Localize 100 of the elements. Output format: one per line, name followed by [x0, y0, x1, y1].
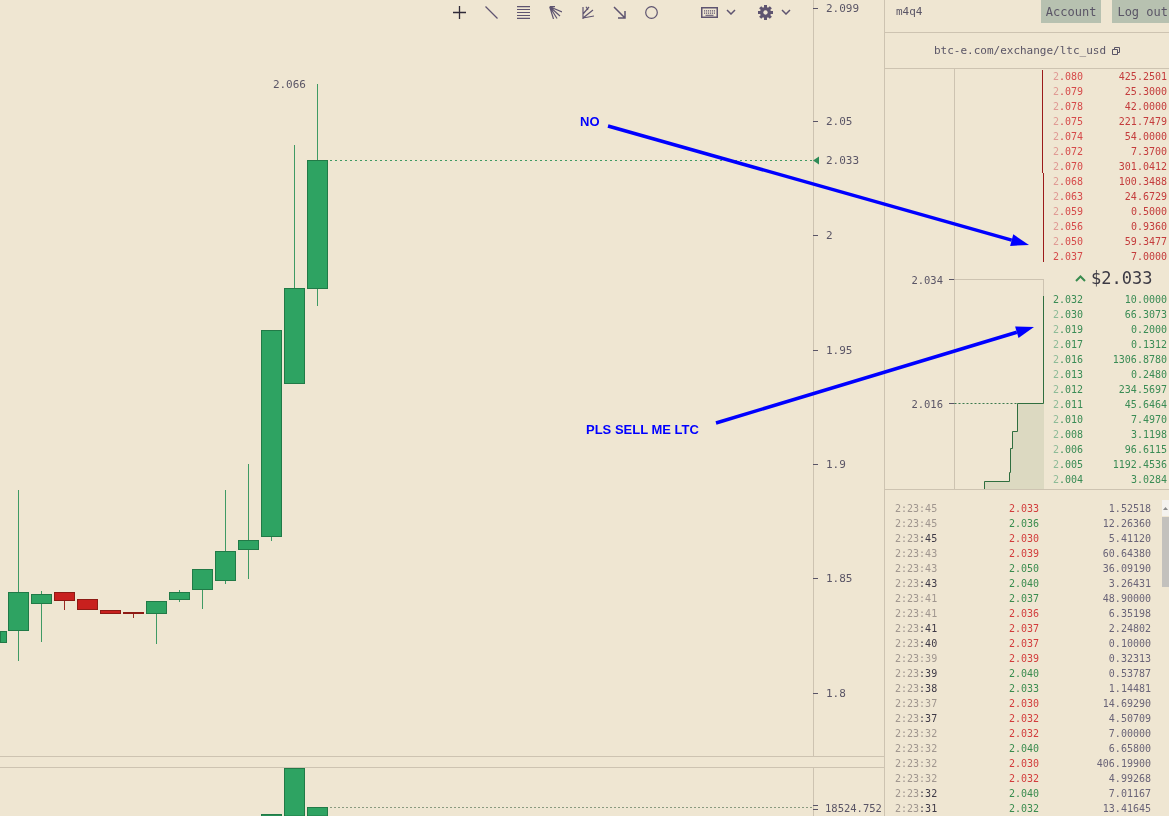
trade-amount: 60.64380: [1102, 547, 1151, 561]
bid-price: 2.008: [1053, 428, 1084, 442]
fan-lines-icon[interactable]: [549, 5, 562, 19]
circle-icon[interactable]: [645, 5, 658, 19]
settings-icon[interactable]: [758, 4, 773, 20]
keyboard-icon[interactable]: [701, 6, 718, 18]
username: m4q4: [896, 4, 923, 20]
candlestick: [169, 589, 190, 603]
ask-price: 2.079: [1053, 85, 1084, 99]
trade-time: 2:23:32: [895, 772, 939, 786]
trade-time: 2:23:31: [895, 802, 939, 816]
bid-amount: 0.2480: [1130, 368, 1167, 382]
logout-button[interactable]: Log out: [1112, 0, 1169, 23]
caret-down-icon[interactable]: [726, 9, 736, 15]
trade-amount: 4.50709: [1108, 712, 1151, 726]
crosshair-icon[interactable]: [453, 5, 466, 19]
trade-amount: 2.24802: [1108, 622, 1151, 636]
trade-time: 2:23:37: [895, 712, 939, 726]
bid-price: 2.004: [1053, 473, 1084, 487]
trade-amount: 7.00000: [1108, 727, 1151, 741]
axis-label: 2.016: [911, 397, 943, 410]
ask-amount: 59.3477: [1124, 235, 1167, 249]
market-link[interactable]: btc-e.com/exchange/ltc_usd: [933, 44, 1107, 57]
ask-amount: 301.0412: [1118, 160, 1167, 174]
bid-amount: 1192.4536: [1112, 458, 1167, 472]
price-level-line: [948, 403, 1018, 404]
ask-amount: 7.0000: [1130, 250, 1167, 264]
bid-amount: 7.4970: [1130, 413, 1167, 427]
axis-label: 1.85: [826, 571, 853, 585]
account-button[interactable]: Account: [1040, 0, 1102, 23]
trade-amount: 0.10000: [1108, 637, 1151, 651]
trade-price: 2.033: [1009, 502, 1041, 516]
volume-bar: [284, 768, 305, 816]
arrow-icon[interactable]: [613, 5, 626, 19]
ask-price: 2.075: [1053, 115, 1084, 129]
trade-time: 2:23:39: [895, 667, 939, 681]
bid-price: 2.013: [1053, 368, 1084, 382]
annotation-text: PLS SELL ME LTC: [586, 422, 699, 438]
candlestick: [123, 611, 144, 619]
ask-price: 2.070: [1053, 160, 1084, 174]
trade-price: 2.036: [1009, 607, 1041, 621]
trade-price: 2.037: [1009, 622, 1041, 636]
last-price: $2.033: [1091, 268, 1153, 288]
ask-amount: 0.5000: [1130, 205, 1167, 219]
trade-amount: 12.26360: [1102, 517, 1151, 531]
ask-amount: 54.0000: [1124, 130, 1167, 144]
ask-price: 2.068: [1053, 175, 1084, 189]
ask-price: 2.059: [1053, 205, 1084, 219]
trade-time: 2:23:41: [895, 607, 939, 621]
trade-time: 2:23:38: [895, 682, 939, 696]
bid-price: 2.010: [1053, 413, 1084, 427]
candlestick: [31, 590, 52, 643]
trade-time: 2:23:41: [895, 592, 939, 606]
trade-amount: 4.99268: [1108, 772, 1151, 786]
horizontal-lines-icon[interactable]: [517, 5, 530, 19]
trade-price: 2.030: [1009, 757, 1041, 771]
ask-price: 2.056: [1053, 220, 1084, 234]
line-tool-icon[interactable]: [485, 5, 498, 19]
trade-amount: 7.01167: [1108, 787, 1151, 801]
trade-time: 2:23:32: [895, 742, 939, 756]
trade-time: 2:23:41: [895, 622, 939, 636]
caret-down-icon[interactable]: [781, 9, 791, 15]
trade-price: 2.032: [1009, 802, 1041, 816]
bid-amount: 96.6115: [1124, 443, 1167, 457]
external-link-icon[interactable]: [1112, 46, 1121, 55]
scroll-up-button[interactable]: [1162, 500, 1169, 516]
last-price-marker-icon: [813, 156, 819, 165]
last-price-label: 2.033: [826, 154, 860, 167]
axis-label: 2.05: [826, 114, 853, 128]
scrollbar-thumb[interactable]: [1162, 517, 1169, 587]
bid-price: 2.030: [1053, 308, 1084, 322]
ask-price: 2.050: [1053, 235, 1084, 249]
bid-amount: 0.2000: [1130, 323, 1167, 337]
trade-time: 2:23:43: [895, 577, 939, 591]
bid-amount: 3.1198: [1130, 428, 1167, 442]
trade-price: 2.030: [1009, 532, 1041, 546]
ask-amount: 100.3488: [1118, 175, 1167, 189]
trade-amount: 1.14481: [1108, 682, 1151, 696]
bid-price: 2.012: [1053, 383, 1084, 397]
trade-price: 2.037: [1009, 592, 1041, 606]
trade-time: 2:23:43: [895, 562, 939, 576]
trade-amount: 0.53787: [1108, 667, 1151, 681]
ask-amount: 42.0000: [1124, 100, 1167, 114]
trade-time: 2:23:32: [895, 757, 939, 771]
caret-up-icon: [1163, 506, 1168, 510]
bid-amount: 1306.8780: [1112, 353, 1167, 367]
trade-price: 2.040: [1009, 577, 1041, 591]
trade-time: 2:23:45: [895, 532, 939, 546]
trade-price: 2.040: [1009, 742, 1041, 756]
trade-price: 2.032: [1009, 772, 1041, 786]
ask-price: 2.063: [1053, 190, 1084, 204]
branching-lines-icon[interactable]: [581, 5, 594, 19]
trade-time: 2:23:32: [895, 787, 939, 801]
candlestick: [54, 591, 75, 611]
trade-time: 2:23:37: [895, 697, 939, 711]
bid-price: 2.016: [1053, 353, 1084, 367]
candlestick: [192, 568, 213, 610]
bid-amount: 45.6464: [1124, 398, 1167, 412]
axis-label: 18524.752: [825, 801, 882, 814]
bid-amount: 0.1312: [1130, 338, 1167, 352]
